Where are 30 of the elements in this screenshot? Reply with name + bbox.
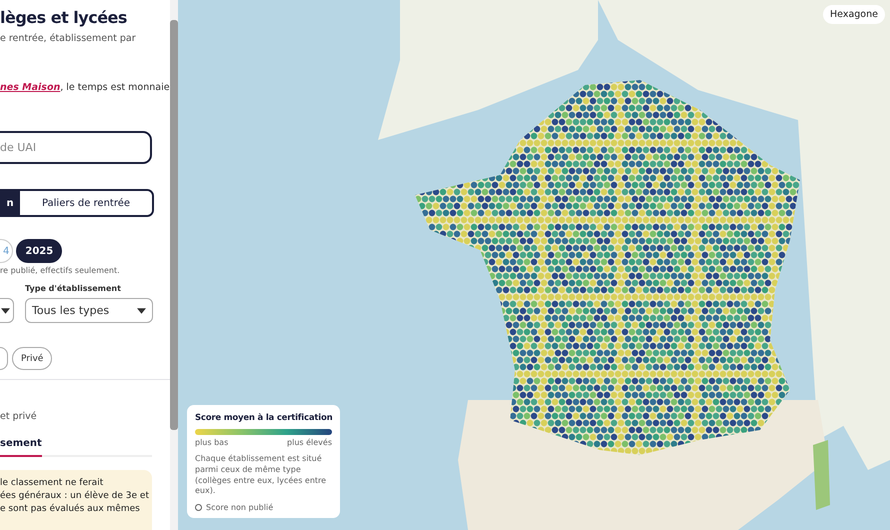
year-chip[interactable]: 2025 bbox=[16, 239, 62, 263]
dropdown[interactable]: Tous les types bbox=[25, 298, 153, 323]
notice-text: ées généraux : un élève de 3e et bbox=[0, 491, 150, 501]
credit-link[interactable]: nes Maison bbox=[0, 82, 60, 93]
scale-high-label: plus élevés bbox=[287, 438, 332, 447]
sector-chip[interactable]: Privé bbox=[12, 347, 52, 370]
filter-label: Type d'établissement bbox=[25, 284, 122, 295]
year-note: re publié, effectifs seulement. bbox=[0, 266, 120, 275]
caret-icon bbox=[137, 308, 146, 314]
tab[interactable]: sement bbox=[0, 438, 42, 457]
scrollbar[interactable] bbox=[170, 0, 178, 530]
scrollbar-thumb[interactable] bbox=[170, 20, 178, 430]
legend-description: Chaque établissement est situé parmi ceux de même type (collèges entre eux, lycées entre eux). bbox=[195, 454, 328, 498]
page-title: lèges et lycées bbox=[0, 8, 127, 27]
caret-icon bbox=[1, 308, 10, 314]
notice-text: e sont pas évalués aux mêmes bbox=[0, 504, 141, 514]
legend-title: Score moyen à la certification bbox=[195, 413, 332, 423]
notice-text: le classement ne ferait bbox=[0, 478, 104, 488]
sector-chip[interactable] bbox=[0, 347, 8, 370]
subtitle-text: e rentrée, établissement par bbox=[0, 33, 136, 44]
map-mode-button[interactable]: Hexagone bbox=[823, 5, 885, 24]
circle-icon bbox=[195, 504, 202, 512]
map-drawing[interactable] bbox=[178, 0, 890, 530]
credit-text: nes Maison, le temps est monnaie bbox=[0, 82, 170, 93]
section-note: et privé bbox=[0, 411, 37, 422]
dropdown[interactable] bbox=[0, 298, 14, 323]
search-field[interactable]: de UAI bbox=[0, 131, 152, 164]
scale-low-label: plus bas bbox=[195, 438, 228, 447]
unpublished-label: Score non publié bbox=[206, 503, 274, 512]
view-toggle-option[interactable]: n bbox=[0, 191, 20, 215]
